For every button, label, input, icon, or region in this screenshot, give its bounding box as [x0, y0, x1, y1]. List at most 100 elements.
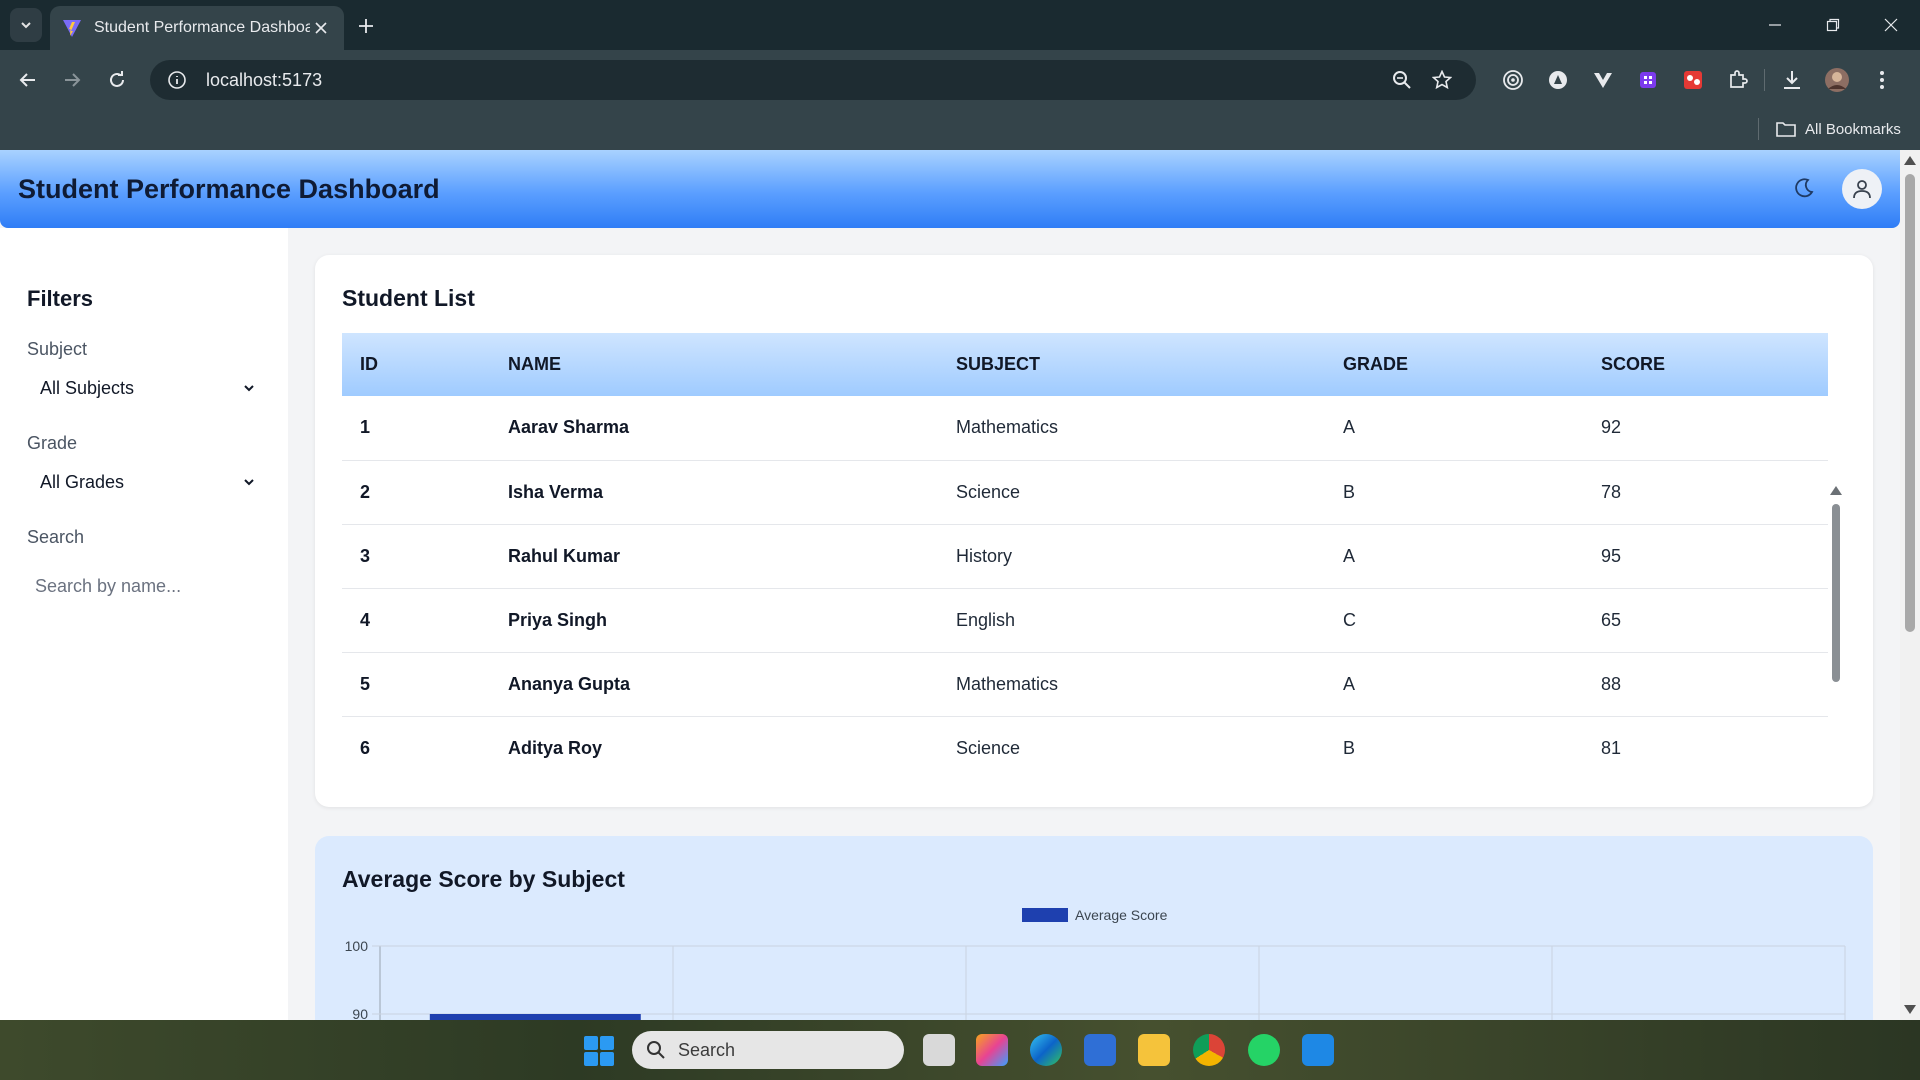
column-header-subject[interactable]: SUBJECT: [938, 333, 1325, 396]
cell-id: 5: [360, 673, 371, 694]
extension-grid-icon[interactable]: [1625, 62, 1670, 98]
cell-id: 4: [360, 609, 371, 630]
cell-grade: A: [1343, 417, 1356, 438]
app-header: Student Performance Dashboard: [0, 150, 1900, 228]
table-scrollbar-thumb[interactable]: [1832, 504, 1840, 682]
cell-score: 78: [1601, 481, 1622, 502]
cell-score: 92: [1601, 417, 1622, 438]
download-icon[interactable]: [1769, 62, 1814, 98]
page-viewport: Student Performance Dashboard Filters Su…: [0, 150, 1900, 1020]
url-text[interactable]: localhost:5173: [206, 70, 1382, 91]
taskbar-search[interactable]: Search: [632, 1031, 904, 1069]
subject-select-value: All Subjects: [40, 377, 135, 398]
filters-title: Filters: [27, 286, 94, 311]
cell-name: Ananya Gupta: [508, 673, 631, 694]
page-scrollbar[interactable]: [1900, 150, 1920, 1020]
cell-id: 6: [360, 737, 371, 758]
all-bookmarks-label: All Bookmarks: [1805, 120, 1901, 138]
table-row[interactable]: 1 Aarav Sharma Mathematics A 92: [342, 396, 1828, 460]
menu-dots-icon[interactable]: [1859, 62, 1904, 98]
vscode-icon[interactable]: [1302, 1034, 1334, 1066]
table-header-row: ID NAME SUBJECT GRADE SCORE: [342, 333, 1828, 396]
edge-icon[interactable]: [1030, 1034, 1062, 1066]
cell-subject: English: [956, 609, 1016, 630]
extension-target-icon[interactable]: [1490, 62, 1535, 98]
cell-name: Priya Singh: [508, 609, 608, 630]
cell-name: Isha Verma: [508, 481, 604, 502]
file-explorer-icon[interactable]: [1138, 1034, 1170, 1066]
window-controls: [1746, 0, 1920, 50]
tab-search-button[interactable]: [10, 8, 42, 42]
restore-button[interactable]: [1804, 0, 1862, 50]
close-window-button[interactable]: [1862, 0, 1920, 50]
back-button[interactable]: [12, 64, 44, 96]
close-icon: [1884, 18, 1898, 32]
table-row[interactable]: 4 Priya Singh English C 65: [342, 588, 1828, 652]
table-row[interactable]: 2 Isha Verma Science B 78: [342, 460, 1828, 524]
grade-select[interactable]: All Grades: [27, 462, 263, 502]
windows-taskbar: Search: [0, 1020, 1920, 1080]
page-title: Student Performance Dashboard: [18, 174, 440, 204]
vite-favicon-icon: [63, 20, 81, 37]
table-row[interactable]: 6 Aditya Roy Science B 81: [342, 716, 1828, 777]
site-info-icon[interactable]: [164, 67, 190, 93]
cell-grade: B: [1343, 481, 1356, 502]
user-profile-button[interactable]: [1842, 169, 1882, 209]
bookmarks-divider: [1758, 118, 1759, 140]
profile-avatar[interactable]: [1814, 62, 1859, 98]
reload-icon: [110, 71, 124, 87]
chart-y-tick-label: 100: [345, 938, 369, 954]
cell-id: 2: [360, 481, 371, 502]
browser-tab-active[interactable]: Student Performance Dashboard: [50, 6, 344, 50]
page-scrollbar-thumb[interactable]: [1905, 174, 1915, 632]
close-tab-icon[interactable]: [310, 17, 332, 39]
all-bookmarks-button[interactable]: All Bookmarks: [1776, 114, 1901, 144]
chevron-down-icon: [235, 475, 263, 489]
cell-score: 88: [1601, 673, 1622, 694]
forward-button[interactable]: [56, 64, 88, 96]
table-row[interactable]: 5 Ananya Gupta Mathematics A 88: [342, 652, 1828, 716]
store-icon[interactable]: [1084, 1034, 1116, 1066]
column-header-score[interactable]: SCORE: [1583, 333, 1828, 396]
cell-subject: Mathematics: [956, 417, 1059, 438]
moon-icon: [1795, 178, 1814, 198]
new-tab-button[interactable]: [352, 12, 380, 40]
chart-y-tick-label: 90: [352, 1006, 368, 1020]
cell-id: 3: [360, 545, 371, 566]
filters-sidebar: Filters Subject All Subjects Grade All G…: [0, 228, 288, 1020]
column-header-name[interactable]: NAME: [490, 333, 938, 396]
subject-select[interactable]: All Subjects: [27, 368, 263, 408]
arrow-left-icon: [19, 73, 35, 87]
whatsapp-icon[interactable]: [1248, 1034, 1280, 1066]
bookmark-star-icon[interactable]: [1422, 64, 1462, 96]
taskbar-search-label: Search: [678, 1039, 736, 1060]
zoom-icon[interactable]: [1382, 64, 1422, 96]
search-input[interactable]: [27, 566, 263, 606]
chevron-down-icon: [235, 381, 263, 395]
column-header-grade[interactable]: GRADE: [1325, 333, 1583, 396]
start-button[interactable]: [584, 1036, 614, 1066]
extension-red-icon[interactable]: [1670, 62, 1715, 98]
minimize-button[interactable]: [1746, 0, 1804, 50]
page-scroll-down-icon[interactable]: [1904, 1005, 1916, 1014]
cell-score: 95: [1601, 545, 1622, 566]
extension-vuetify-icon[interactable]: [1580, 62, 1625, 98]
chrome-icon[interactable]: [1193, 1034, 1225, 1066]
cell-name: Aditya Roy: [508, 737, 603, 758]
cell-score: 81: [1601, 737, 1622, 758]
search-label: Search: [27, 527, 85, 547]
extension-ghost-icon[interactable]: [1535, 62, 1580, 98]
task-view-icon[interactable]: [923, 1034, 955, 1066]
extensions-puzzle-icon[interactable]: [1715, 62, 1760, 98]
reload-button[interactable]: [101, 64, 133, 96]
cell-grade: A: [1343, 673, 1356, 694]
table-row[interactable]: 3 Rahul Kumar History A 95: [342, 524, 1828, 588]
student-table-container[interactable]: ID NAME SUBJECT GRADE SCORE 1 Aarav Shar…: [342, 333, 1828, 777]
scroll-up-arrow-icon[interactable]: [1830, 486, 1842, 495]
address-bar[interactable]: localhost:5173: [150, 60, 1476, 100]
copilot-icon[interactable]: [976, 1034, 1008, 1066]
cell-id: 1: [360, 417, 371, 438]
page-scroll-up-icon[interactable]: [1904, 156, 1916, 165]
column-header-id[interactable]: ID: [342, 333, 490, 396]
theme-toggle-button[interactable]: [1788, 172, 1820, 204]
